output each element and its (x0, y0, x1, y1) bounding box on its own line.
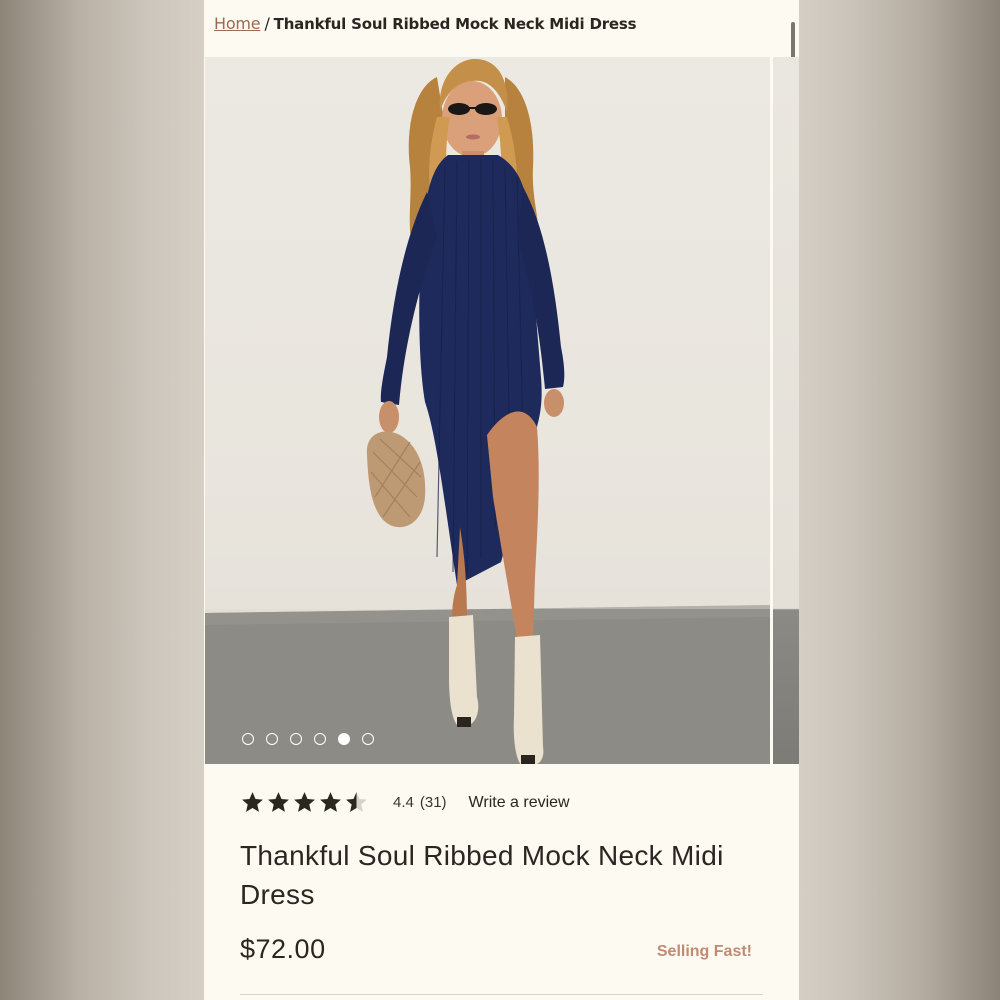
divider (240, 994, 763, 995)
product-image-next-peek[interactable] (773, 57, 799, 764)
rating-stars[interactable] (240, 790, 369, 815)
carousel-dot[interactable] (242, 733, 254, 745)
star-icon (294, 792, 315, 812)
star-icon (320, 792, 341, 812)
product-title: Thankful Soul Ribbed Mock Neck Midi Dres… (240, 840, 724, 910)
carousel-dot-active[interactable] (338, 733, 350, 745)
selling-fast-badge: Selling Fast! (656, 943, 752, 960)
star-icon (242, 792, 263, 812)
carousel-dot[interactable] (290, 733, 302, 745)
carousel-dot[interactable] (314, 733, 326, 745)
rating-row: 4.4 (31) Write a review (240, 790, 570, 815)
carousel-dot[interactable] (362, 733, 374, 745)
product-price: $72.00 (240, 934, 326, 964)
review-count[interactable]: (31) (420, 794, 447, 811)
star-half-icon (346, 792, 367, 812)
product-page: Home / Thankful Soul Ribbed Mock Neck Midi… (204, 0, 799, 1000)
product-photo (205, 57, 770, 764)
star-icon (268, 792, 289, 812)
carousel-dots (242, 733, 374, 745)
carousel-dot[interactable] (266, 733, 278, 745)
breadcrumb-separator: / (264, 14, 270, 33)
breadcrumb-home-link[interactable]: Home (214, 14, 261, 33)
rating-value: 4.4 (393, 794, 414, 811)
write-review-link[interactable]: Write a review (469, 794, 570, 812)
product-image-carousel[interactable] (205, 57, 799, 764)
breadcrumb-current: Thankful Soul Ribbed Mock Neck Midi Dres… (273, 15, 637, 33)
breadcrumb: Home / Thankful Soul Ribbed Mock Neck Midi… (214, 14, 637, 33)
product-image-main[interactable] (205, 57, 770, 764)
